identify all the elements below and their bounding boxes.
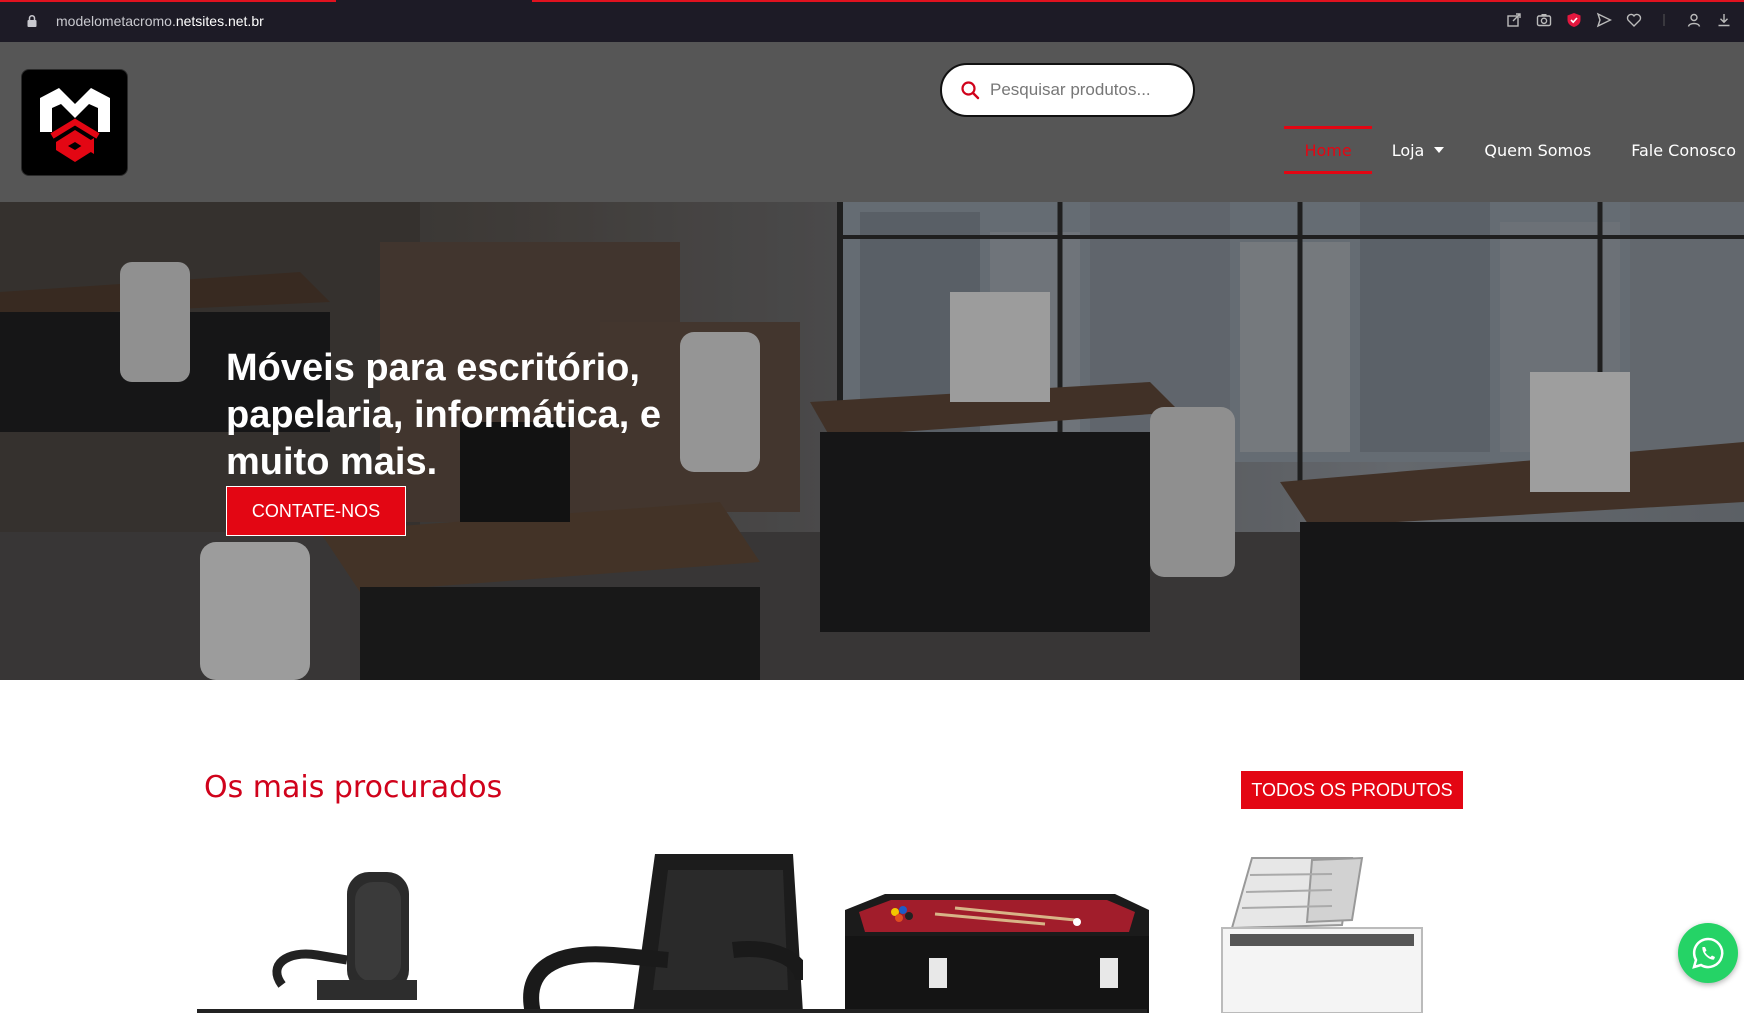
product-card[interactable] bbox=[503, 850, 803, 1013]
tab-indicator bbox=[532, 0, 1744, 2]
contact-button[interactable]: CONTATE-NOS bbox=[226, 486, 406, 536]
whatsapp-button[interactable] bbox=[1678, 923, 1738, 983]
send-icon[interactable] bbox=[1596, 12, 1613, 28]
nav-quem-somos[interactable]: Quem Somos bbox=[1464, 126, 1611, 174]
heart-icon[interactable] bbox=[1626, 12, 1642, 28]
product-image-pool-table bbox=[845, 894, 1149, 1013]
browser-address-bar: modelometacromo.netsites.net.br bbox=[0, 0, 1744, 42]
logo-mark bbox=[40, 88, 110, 162]
product-card[interactable] bbox=[1192, 850, 1472, 1013]
site-header: Home Loja Quem Somos Fale Conosco bbox=[0, 42, 1744, 202]
hero-banner: Móveis para escritório, papelaria, infor… bbox=[0, 202, 1744, 680]
whatsapp-icon bbox=[1692, 937, 1724, 969]
tab-indicator bbox=[0, 0, 336, 2]
hero-title: Móveis para escritório, papelaria, infor… bbox=[226, 347, 662, 483]
nav-home-label: Home bbox=[1304, 140, 1352, 160]
shield-icon[interactable] bbox=[1566, 12, 1582, 28]
url-prefix: modelometacromo. bbox=[56, 13, 176, 29]
download-icon[interactable] bbox=[1716, 12, 1732, 28]
all-products-button[interactable]: TODOS OS PRODUTOS bbox=[1241, 771, 1463, 809]
main-nav: Home Loja Quem Somos Fale Conosco bbox=[1284, 126, 1744, 174]
search-icon[interactable] bbox=[960, 80, 980, 100]
url-domain: netsites.net.br bbox=[175, 13, 264, 29]
nav-fale-conosco-label: Fale Conosco bbox=[1631, 140, 1736, 160]
nav-fale-conosco[interactable]: Fale Conosco bbox=[1611, 126, 1744, 174]
product-card[interactable] bbox=[845, 850, 1149, 1013]
url-field[interactable]: modelometacromo.netsites.net.br bbox=[56, 13, 264, 29]
share-icon[interactable] bbox=[1506, 12, 1522, 28]
nav-quem-somos-label: Quem Somos bbox=[1484, 140, 1592, 160]
lock-icon bbox=[27, 14, 37, 27]
camera-icon[interactable] bbox=[1536, 12, 1552, 28]
search-box[interactable] bbox=[940, 63, 1195, 117]
site-logo[interactable] bbox=[21, 69, 128, 176]
search-input[interactable] bbox=[990, 80, 1180, 100]
product-card[interactable] bbox=[197, 850, 472, 1013]
chevron-down-icon bbox=[1434, 147, 1445, 153]
divider bbox=[197, 1009, 1147, 1013]
product-image-chest-freezer bbox=[1221, 856, 1423, 1013]
profile-icon[interactable] bbox=[1686, 12, 1702, 28]
separator-icon bbox=[1656, 12, 1672, 28]
product-image-leather-chair bbox=[523, 854, 803, 1013]
nav-loja[interactable]: Loja bbox=[1372, 126, 1465, 174]
section-title: Os mais procurados bbox=[204, 770, 503, 805]
product-image-office-chair bbox=[272, 872, 417, 1000]
nav-home[interactable]: Home bbox=[1284, 126, 1372, 174]
nav-loja-label: Loja bbox=[1391, 140, 1425, 160]
